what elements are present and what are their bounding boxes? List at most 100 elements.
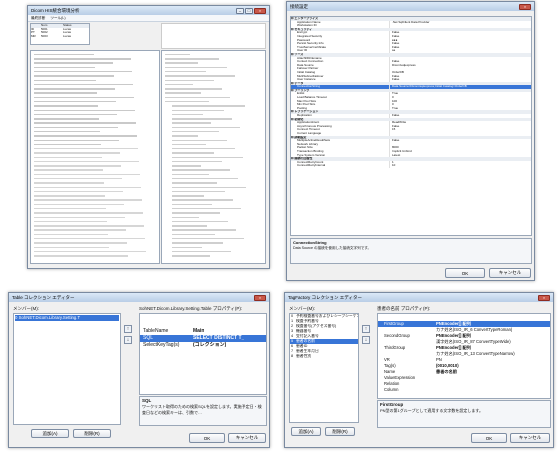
members-list: 0 SohNET.Dicom.Library.Setting.T: [13, 313, 121, 425]
move-down-icon[interactable]: ↓: [362, 336, 370, 344]
close-icon[interactable]: ×: [254, 7, 266, 14]
move-down-icon[interactable]: ↓: [124, 336, 132, 344]
remove-button[interactable]: 削除(R): [325, 427, 355, 436]
log-line-placeholder: [34, 152, 120, 154]
property-key: SelectKeyTag(s): [143, 342, 180, 348]
list-label: 予約検査番号およびレシーブシーケンス: [296, 314, 358, 318]
log-line-placeholder: [34, 169, 103, 171]
table-editor-titlebar[interactable]: Table コレクション エディター ×: [9, 293, 269, 302]
close-icon[interactable]: ×: [538, 294, 550, 301]
log-line-placeholder: [34, 182, 104, 184]
log-line-placeholder: [34, 122, 136, 124]
property-grid: ⊟ エンタープライズ Application Name .Net SqlClient…: [290, 16, 532, 236]
log-line-placeholder: [165, 53, 190, 56]
log-line-placeholder: [172, 250, 231, 253]
maximize-icon[interactable]: □: [245, 7, 253, 14]
log-line-placeholder: [34, 237, 145, 240]
log-line-placeholder: [172, 148, 235, 150]
description-title: SQL: [142, 398, 152, 403]
log-panel-left: [30, 50, 160, 264]
property-value: SELECT DISTINCT T_: [193, 335, 245, 341]
log-line-placeholder: [34, 190, 123, 193]
cancel-button[interactable]: キャンセル: [489, 268, 531, 278]
tagfactory-editor-titlebar[interactable]: TagFactory コレクション エディター ×: [285, 293, 553, 302]
log-line-placeholder: [34, 139, 119, 141]
group-name: セキュリティ: [294, 27, 313, 31]
close-icon[interactable]: ×: [254, 294, 266, 301]
property-row[interactable]: SQL SELECT DISTINCT T_: [140, 335, 266, 342]
members-list: 0 予約検査番号およびレシーブシーケンス 1 検査予約番号 2 検査番号(アクセス番号) 3…: [289, 313, 359, 423]
connection-settings-title: 接続設定: [290, 3, 308, 9]
log-line-placeholder: [172, 208, 241, 210]
log-line-placeholder: [34, 178, 122, 180]
log-line-placeholder: [172, 109, 224, 111]
log-line-placeholder: [34, 53, 94, 56]
property-value: False: [392, 114, 400, 118]
log-line-placeholder: [172, 126, 240, 129]
remove-button[interactable]: 削除(R): [73, 429, 111, 438]
table-row[interactable]: MR 5003 Lucas: [31, 35, 89, 39]
log-line-placeholder: [165, 71, 206, 73]
log-line-placeholder: [34, 229, 126, 231]
minimize-icon[interactable]: –: [236, 7, 244, 14]
log-line-placeholder: [34, 220, 107, 223]
description-panel: ConnectionString Data Source の接続を使用した接続文…: [290, 238, 532, 264]
log-line-placeholder: [172, 216, 199, 218]
log-line-placeholder: [172, 165, 201, 167]
table-collection-editor: Table コレクション エディター × メンバー(M): 0 SohNET.D…: [8, 292, 270, 448]
log-line-placeholder: [34, 92, 97, 94]
ok-button[interactable]: OK: [471, 433, 507, 443]
property-key: Column: [384, 387, 399, 392]
log-line-placeholder: [34, 148, 138, 150]
property-row[interactable]: SelectKeyTag(s) (コレクション): [140, 342, 266, 349]
log-line-placeholder: [165, 96, 230, 99]
property-row[interactable]: TableName Main: [140, 328, 266, 335]
property-value: .Net SqlClient Data Provider: [392, 20, 430, 24]
log-line-placeholder: [34, 165, 121, 167]
log-line-placeholder: [34, 88, 115, 90]
main-log-titlebar[interactable]: Dicom HIS統合環境分析 – □ ×: [28, 6, 269, 15]
property-value: カナ姓名(ISO_IR_13 ConvertTypeNarrow): [436, 351, 515, 356]
list-item[interactable]: 0 SohNET.Dicom.Library.Setting.T: [15, 315, 119, 321]
log-line-placeholder: [165, 100, 209, 103]
list-item[interactable]: 8 患者性別: [290, 354, 358, 359]
move-up-icon[interactable]: ↑: [362, 325, 370, 333]
cancel-button[interactable]: キャンセル: [510, 433, 550, 443]
connection-settings-titlebar[interactable]: 接続設定 ×: [287, 2, 534, 11]
log-line-placeholder: [172, 246, 202, 248]
log-line-placeholder: [34, 75, 114, 77]
group-name: ソース: [294, 52, 304, 56]
move-up-icon[interactable]: ↑: [124, 325, 132, 333]
group-name: エンタープライズ: [294, 17, 319, 20]
property-value: 10: [392, 164, 396, 168]
ok-button[interactable]: OK: [445, 268, 485, 278]
log-line-placeholder: [34, 135, 137, 137]
property-key: User ID: [291, 49, 390, 53]
menu-item-0[interactable]: 最終診断: [31, 16, 45, 21]
log-line-placeholder: [172, 195, 204, 197]
log-line-placeholder: [165, 66, 227, 69]
list-label: 検査番号(アクセス番号): [296, 324, 337, 328]
property-key: Replication: [291, 114, 390, 118]
connection-settings-window: 接続設定 × ⊟ エンタープライズ Application Name .Net Sq…: [286, 1, 535, 281]
menu-item-1[interactable]: ツール(L): [50, 16, 65, 21]
property-row[interactable]: Column: [378, 387, 550, 393]
add-button[interactable]: 追加(A): [291, 427, 321, 436]
log-line-placeholder: [172, 237, 244, 240]
property-value: 患者の名前: [436, 369, 457, 374]
log-line-placeholder: [34, 216, 125, 218]
log-line-placeholder: [172, 130, 219, 133]
description-text: ワークリスト取得のための検索SQLを設定します。実施予定日・検査日などの検索キー…: [142, 404, 262, 415]
close-icon[interactable]: ×: [519, 3, 531, 10]
list-label: 受付記入番号: [296, 334, 319, 338]
group-name: 詳細設定: [294, 135, 307, 139]
log-line-placeholder: [172, 160, 222, 163]
ok-button[interactable]: OK: [189, 433, 225, 443]
property-value: False: [392, 78, 400, 82]
log-line-placeholder: [165, 92, 201, 94]
property-row[interactable]: ConnectRetryInterval 10: [291, 164, 531, 168]
add-button[interactable]: 追加(A): [31, 429, 69, 438]
log-line-placeholder: [34, 83, 133, 86]
table-cell: MR: [31, 34, 36, 38]
cancel-button[interactable]: キャンセル: [228, 433, 266, 443]
